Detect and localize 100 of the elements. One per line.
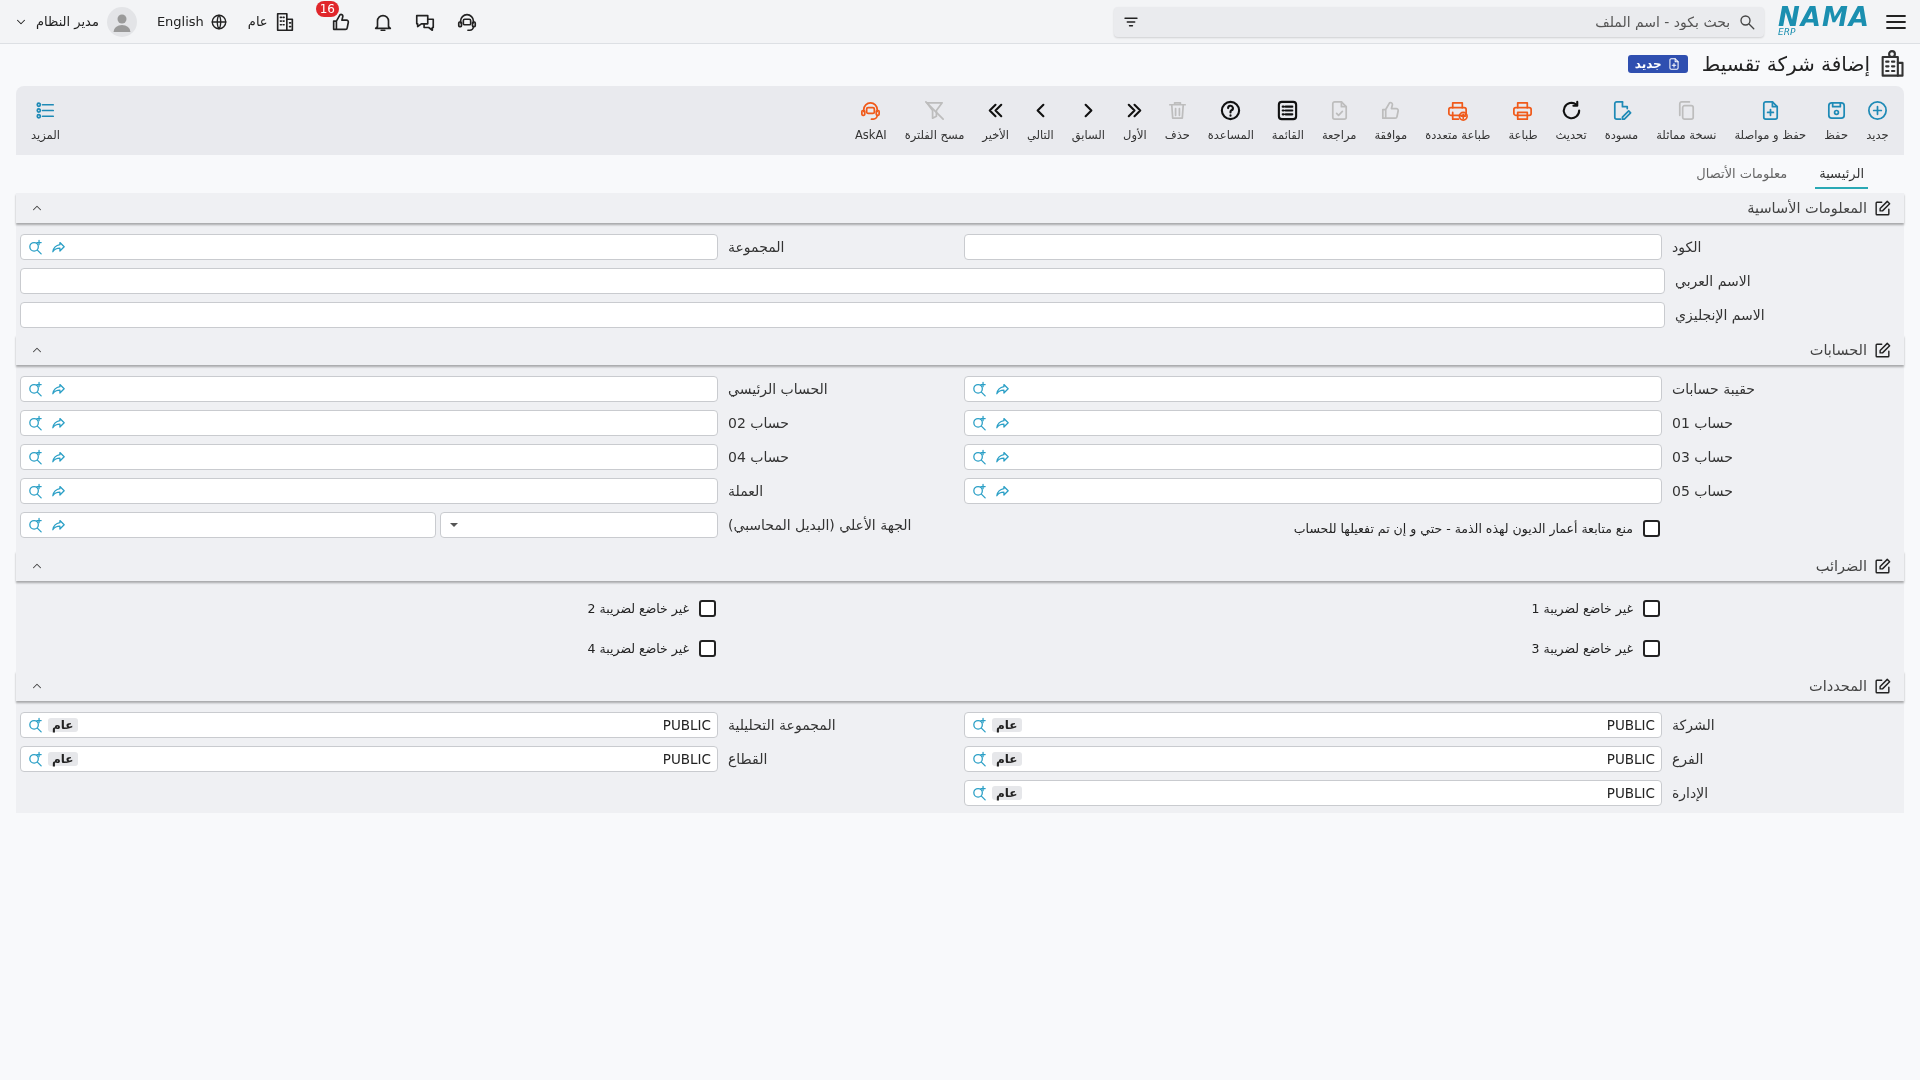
search-plus-icon[interactable] (27, 448, 44, 466)
toolbar-button[interactable]: المساعدة (1198, 99, 1263, 142)
search-plus-icon[interactable] (971, 448, 988, 466)
field-label: حساب 03 (1671, 449, 1734, 465)
search-field[interactable]: بحث بكود - اسم الملف (1146, 12, 1733, 31)
language-button[interactable]: English (156, 12, 228, 31)
search-plus-icon[interactable] (27, 716, 44, 734)
search-plus-icon[interactable] (27, 516, 44, 534)
search-plus-icon[interactable] (971, 750, 988, 768)
toolbar-button[interactable]: تحديث (1546, 99, 1596, 142)
checkbox-label: غير خاضع لضريبة 1 (1531, 600, 1633, 616)
lookup-field[interactable] (20, 376, 718, 402)
tab[interactable]: الرئيسية (1815, 159, 1868, 189)
checkbox[interactable] (1643, 639, 1660, 657)
lookup-field[interactable] (20, 512, 436, 538)
lookup-field[interactable] (964, 444, 1662, 470)
avatar (106, 6, 137, 37)
plus-circle-icon (1866, 99, 1889, 122)
tag: عام (48, 752, 78, 766)
search-plus-icon[interactable] (971, 380, 988, 398)
headset-icon (859, 99, 883, 122)
search-icon (1738, 12, 1757, 31)
search-plus-icon[interactable] (971, 414, 988, 432)
field-value: PUBLIC (661, 717, 711, 733)
lookup-field[interactable] (20, 478, 718, 504)
lookup-field[interactable] (964, 478, 1662, 504)
search-plus-icon[interactable] (971, 482, 988, 500)
toolbar-button[interactable]: التالي (1018, 99, 1063, 142)
text-field[interactable] (964, 234, 1662, 260)
company-button[interactable]: عام (247, 10, 296, 33)
field-label: العملة (727, 483, 765, 499)
edit-icon (1873, 556, 1892, 576)
tag: عام (48, 718, 78, 732)
likes-button[interactable]: 16 (315, 0, 352, 33)
field-label: حساب 04 (727, 449, 790, 465)
toolbar-button[interactable]: جديد (1857, 99, 1898, 142)
more-button[interactable]: المزيد (22, 99, 69, 142)
tab[interactable]: معلومات الأتصال (1692, 159, 1792, 189)
field-value: PUBLIC (1605, 785, 1655, 801)
search-plus-icon[interactable] (27, 238, 44, 256)
field-label: الكود (1671, 239, 1703, 255)
section-header[interactable]: الضرائب (16, 551, 1904, 581)
search-plus-icon[interactable] (27, 414, 44, 432)
lookup-field[interactable] (964, 376, 1662, 402)
edit-icon (1873, 676, 1892, 696)
checkbox-label: منع متابعة أعمار الديون لهذه الذمة - حتي و إن تم تفعيلها للحساب (1293, 520, 1633, 536)
field-label: الاسم العربي (1674, 273, 1752, 289)
search-plus-icon[interactable] (971, 716, 988, 734)
section-title: المحددات (1809, 678, 1867, 694)
toolbar-button[interactable]: حفظ و مواصلة (1725, 99, 1816, 142)
search-plus-icon[interactable] (27, 380, 44, 398)
section-title: المعلومات الأساسية (1747, 200, 1867, 216)
checkbox-label: غير خاضع لضريبة 3 (1531, 640, 1633, 656)
toolbar-button[interactable]: طباعة متعددة (1416, 99, 1500, 142)
dropdown-field[interactable] (440, 512, 718, 538)
checkbox-label: غير خاضع لضريبة 4 (587, 640, 689, 656)
help-icon (1219, 99, 1243, 122)
lookup-field[interactable] (20, 444, 718, 470)
field-label: الشركة (1671, 717, 1716, 733)
list-icon (33, 99, 57, 122)
search-plus-icon[interactable] (27, 750, 44, 768)
checkbox[interactable] (699, 639, 716, 657)
page-title: إضافة شركة تقسيط (1701, 52, 1870, 76)
user-menu[interactable]: مدير النظام (14, 6, 137, 37)
globe-icon (209, 12, 228, 31)
field-value: PUBLIC (1605, 717, 1655, 733)
toolbar-button[interactable]: الأول (1114, 99, 1156, 142)
toolbar-button[interactable]: حفظ (1815, 99, 1857, 142)
search-plus-icon[interactable] (27, 482, 44, 500)
text-field[interactable] (20, 268, 1665, 294)
tag: عام (992, 786, 1022, 800)
field-label: المجموعة (727, 239, 786, 255)
status-text: جديد (1634, 57, 1662, 71)
lookup-field[interactable] (20, 234, 718, 260)
checkbox[interactable] (699, 599, 716, 617)
text-field[interactable] (20, 302, 1665, 328)
lookup-field[interactable] (964, 410, 1662, 436)
notification-badge: 16 (315, 0, 339, 17)
search-bar[interactable]: بحث بكود - اسم الملف (1114, 6, 1765, 37)
checkbox[interactable] (1643, 599, 1660, 617)
checkbox[interactable] (1643, 519, 1660, 537)
section-header[interactable]: الحسابات (16, 335, 1904, 365)
logo-suffix: ERP (1778, 28, 1796, 37)
list-icon (1276, 99, 1300, 122)
field-label: الفرع (1671, 751, 1705, 767)
lookup-field[interactable] (20, 410, 718, 436)
field-label: حساب 01 (1671, 415, 1734, 431)
toolbar-button[interactable]: القائمة (1262, 99, 1313, 142)
tag: عام (992, 718, 1022, 732)
section-header[interactable]: المحددات (16, 671, 1904, 701)
toolbar-button[interactable]: الأخير (973, 99, 1018, 142)
section-header[interactable]: المعلومات الأساسية (16, 193, 1904, 223)
toolbar-button[interactable]: مسودة (1595, 99, 1648, 142)
caret-icon (449, 522, 459, 528)
filter-off-icon (923, 99, 946, 122)
toolbar-button[interactable]: السابق (1062, 99, 1115, 142)
search-plus-icon[interactable] (971, 784, 988, 802)
field-label: الاسم الإنجليزي (1674, 307, 1766, 323)
toolbar-button[interactable]: طباعة (1499, 99, 1547, 142)
toolbar-button[interactable]: AskAI (845, 99, 896, 142)
